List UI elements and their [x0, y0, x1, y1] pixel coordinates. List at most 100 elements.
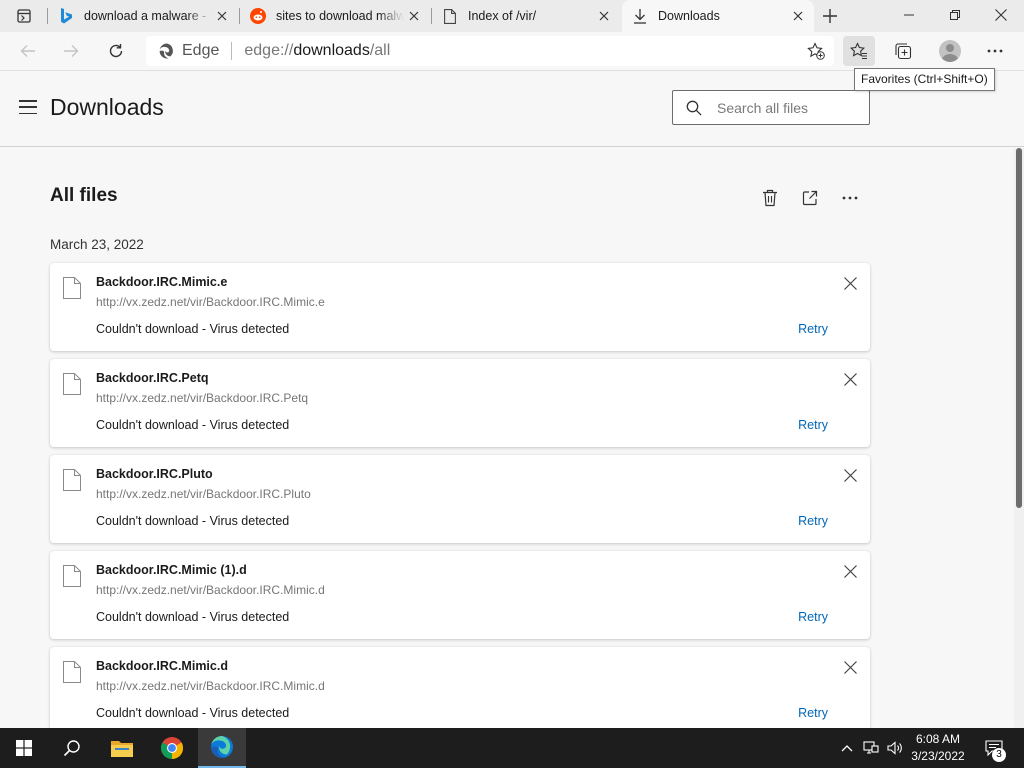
search-input[interactable]	[717, 99, 857, 116]
edge-button[interactable]	[198, 728, 246, 768]
trash-icon	[763, 189, 777, 207]
file-explorer-icon	[111, 741, 133, 757]
close-icon	[843, 564, 857, 578]
show-hidden-icons-button[interactable]	[838, 728, 856, 768]
refresh-button[interactable]	[101, 36, 131, 66]
remove-item-button[interactable]	[842, 371, 858, 387]
file-url[interactable]: http://vx.zedz.net/vir/Backdoor.IRC.Plut…	[96, 487, 311, 501]
download-status: Couldn't download - Virus detected	[96, 322, 290, 336]
file-name[interactable]: Backdoor.IRC.Mimic (1).d	[96, 563, 247, 577]
vertical-scrollbar[interactable]	[1014, 148, 1024, 728]
reddit-icon	[250, 8, 266, 24]
open-folder-button[interactable]	[798, 186, 822, 210]
download-item: Backdoor.IRC.Pluto http://vx.zedz.net/vi…	[50, 455, 870, 543]
favorites-button[interactable]	[843, 36, 875, 66]
file-icon	[63, 277, 81, 299]
system-clock[interactable]: 6:08 AM 3/23/2022	[904, 731, 972, 765]
url-box[interactable]: Edge edge://downloads/all	[146, 36, 834, 66]
download-status: Couldn't download - Virus detected	[96, 610, 290, 624]
url-text[interactable]: edge://downloads/all	[244, 42, 390, 60]
back-arrow-icon	[20, 45, 35, 57]
tab-downloads[interactable]: Downloads	[622, 0, 814, 32]
file-url[interactable]: http://vx.zedz.net/vir/Backdoor.IRC.Mimi…	[96, 295, 325, 309]
collections-button[interactable]	[887, 36, 919, 66]
url-site-label: Edge	[182, 42, 220, 59]
url-prefix: edge://	[244, 42, 294, 59]
tab-close-icon[interactable]	[404, 6, 424, 26]
tab-close-icon[interactable]	[212, 6, 232, 26]
file-name[interactable]: Backdoor.IRC.Mimic.d	[96, 659, 228, 673]
hamburger-icon-line	[19, 106, 37, 108]
remove-item-button[interactable]	[842, 659, 858, 675]
back-button[interactable]	[13, 36, 43, 66]
file-icon	[63, 661, 81, 683]
address-bar: Edge edge://downloads/all	[0, 32, 1024, 71]
add-favorite-icon[interactable]	[806, 41, 826, 61]
tab-actions-button[interactable]	[8, 4, 40, 28]
retry-link[interactable]: Retry	[798, 322, 828, 336]
tab-reddit[interactable]: sites to download malw	[240, 0, 430, 32]
retry-link[interactable]: Retry	[798, 610, 828, 624]
file-explorer-button[interactable]	[98, 728, 146, 768]
tab-close-icon[interactable]	[788, 6, 808, 26]
action-center-button[interactable]	[980, 728, 1008, 768]
new-tab-button[interactable]	[818, 4, 842, 28]
forward-button[interactable]	[56, 36, 86, 66]
settings-menu-button[interactable]	[979, 36, 1011, 66]
file-name[interactable]: Backdoor.IRC.Pluto	[96, 467, 213, 481]
menu-button[interactable]	[18, 99, 38, 115]
section-title: All files	[50, 185, 118, 206]
minimize-button[interactable]	[886, 0, 932, 30]
file-name[interactable]: Backdoor.IRC.Mimic.e	[96, 275, 227, 289]
hamburger-icon-line	[19, 112, 37, 114]
file-name[interactable]: Backdoor.IRC.Petq	[96, 371, 209, 385]
search-box[interactable]	[672, 90, 870, 125]
chrome-button[interactable]	[148, 728, 196, 768]
plus-icon	[823, 9, 837, 23]
restore-icon	[950, 10, 960, 20]
taskbar: 6:08 AM 3/23/2022 3	[0, 728, 1024, 768]
close-icon	[995, 9, 1007, 21]
file-icon	[63, 565, 81, 587]
download-item: Backdoor.IRC.Mimic.d http://vx.zedz.net/…	[50, 647, 870, 728]
collections-icon	[895, 43, 912, 60]
more-options-button[interactable]	[838, 186, 862, 210]
url-divider	[231, 42, 233, 60]
window-close-button[interactable]	[978, 0, 1024, 30]
file-url[interactable]: http://vx.zedz.net/vir/Backdoor.IRC.Petq	[96, 391, 308, 405]
download-icon	[632, 8, 648, 24]
remove-item-button[interactable]	[842, 467, 858, 483]
file-url[interactable]: http://vx.zedz.net/vir/Backdoor.IRC.Mimi…	[96, 679, 325, 693]
remove-item-button[interactable]	[842, 275, 858, 291]
retry-link[interactable]: Retry	[798, 418, 828, 432]
restore-button[interactable]	[932, 0, 978, 30]
retry-link[interactable]: Retry	[798, 706, 828, 720]
retry-link[interactable]: Retry	[798, 514, 828, 528]
search-icon	[63, 740, 80, 757]
delete-all-button[interactable]	[758, 186, 782, 210]
tab-title: sites to download malw	[276, 9, 404, 23]
scrollbar-thumb[interactable]	[1016, 148, 1022, 508]
tab-close-icon[interactable]	[594, 6, 614, 26]
tab-title: download a malware - S	[84, 9, 212, 23]
favorites-icon	[850, 42, 867, 60]
tab-actions-icon	[17, 9, 31, 23]
download-item: Backdoor.IRC.Mimic (1).d http://vx.zedz.…	[50, 551, 870, 639]
file-url[interactable]: http://vx.zedz.net/vir/Backdoor.IRC.Mimi…	[96, 583, 325, 597]
edge-logo-icon	[158, 42, 176, 60]
avatar	[939, 40, 961, 62]
open-external-icon	[802, 190, 818, 206]
start-button[interactable]	[0, 728, 48, 768]
download-status: Couldn't download - Virus detected	[96, 706, 290, 720]
network-button[interactable]	[860, 728, 882, 768]
taskbar-search-button[interactable]	[48, 728, 96, 768]
tab-bing[interactable]: download a malware - S	[48, 0, 238, 32]
volume-button[interactable]	[884, 728, 906, 768]
notification-count-badge: 3	[992, 748, 1006, 762]
page-title: Downloads	[50, 94, 164, 120]
tab-index-vir[interactable]: Index of /vir/	[432, 0, 620, 32]
profile-button[interactable]	[934, 36, 966, 66]
remove-item-button[interactable]	[842, 563, 858, 579]
favorites-tooltip: Favorites (Ctrl+Shift+O)	[854, 68, 995, 91]
more-horizontal-icon	[842, 196, 858, 200]
